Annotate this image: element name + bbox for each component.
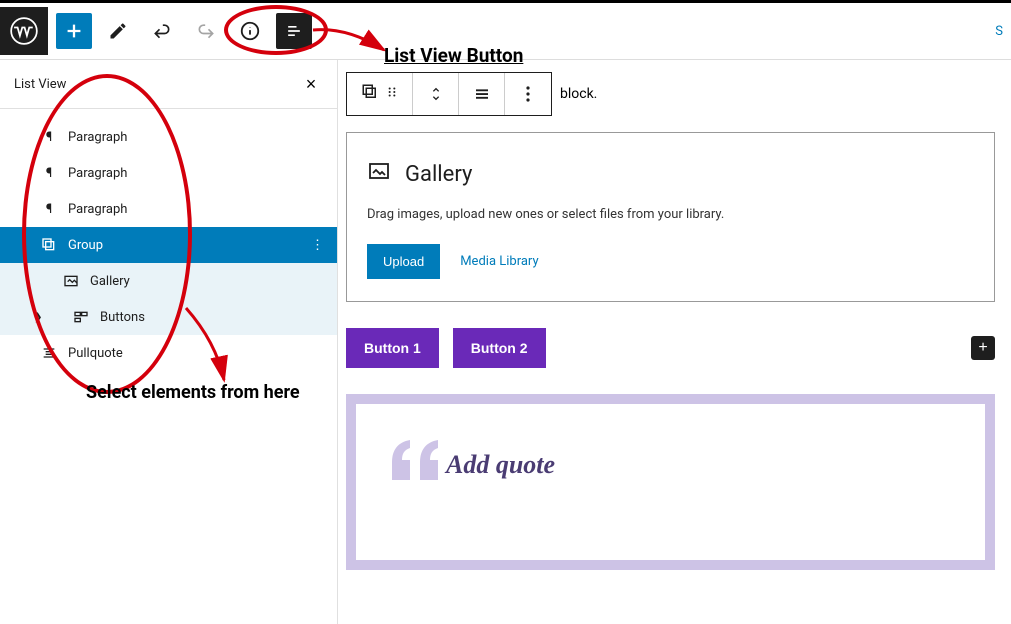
tree-item-paragraph[interactable]: ¶ Paragraph: [0, 155, 337, 191]
paragraph-icon: ¶: [40, 130, 58, 145]
gallery-description: Drag images, upload new ones or select f…: [367, 207, 974, 222]
close-panel-button[interactable]: ×: [299, 72, 323, 96]
gallery-icon: [62, 273, 80, 289]
undo-button[interactable]: [144, 13, 180, 49]
list-view-button[interactable]: [276, 13, 312, 49]
tree-item-group[interactable]: Group ⋮: [0, 227, 337, 263]
tree-item-buttons[interactable]: ❯ Buttons: [0, 299, 337, 335]
tree-item-pullquote[interactable]: Pullquote: [0, 335, 337, 371]
paragraph-icon: ¶: [40, 202, 58, 217]
quote-mark-icon: [392, 440, 442, 484]
tree-item-label: Buttons: [100, 310, 145, 325]
tree-item-paragraph[interactable]: ¶ Paragraph: [0, 191, 337, 227]
media-library-link[interactable]: Media Library: [460, 254, 538, 269]
button-2[interactable]: Button 2: [453, 328, 546, 368]
info-button[interactable]: [232, 13, 268, 49]
tree-item-label: Paragraph: [68, 202, 127, 217]
add-button-inline[interactable]: +: [971, 336, 995, 360]
toolbar-right-text: S: [995, 24, 1003, 39]
tree-item-paragraph[interactable]: ¶ Paragraph: [0, 119, 337, 155]
button-1[interactable]: Button 1: [346, 328, 439, 368]
tree-item-label: Paragraph: [68, 166, 127, 181]
drag-handle-icon[interactable]: [385, 85, 399, 103]
redo-button[interactable]: [188, 13, 224, 49]
group-icon[interactable]: [361, 83, 379, 105]
trailing-text: block.: [560, 86, 597, 102]
tree-item-label: Paragraph: [68, 130, 127, 145]
upload-button[interactable]: Upload: [367, 244, 440, 279]
tree-item-gallery[interactable]: Gallery: [0, 263, 337, 299]
tree-item-label: Pullquote: [68, 346, 123, 361]
list-view-panel: List View × ¶ Paragraph ¶ Paragraph ¶ Parag…: [0, 60, 338, 624]
more-options-button[interactable]: [505, 73, 551, 115]
tree-item-label: Group: [68, 238, 103, 253]
paragraph-icon: ¶: [40, 166, 58, 181]
move-up-down[interactable]: [413, 73, 459, 115]
align-button[interactable]: [459, 73, 505, 115]
add-block-button[interactable]: [56, 13, 92, 49]
gallery-block[interactable]: Gallery Drag images, upload new ones or …: [346, 132, 995, 302]
buttons-block[interactable]: Button 1 Button 2 +: [346, 328, 995, 368]
tree-item-options[interactable]: ⋮: [311, 238, 325, 253]
gallery-icon: [367, 159, 391, 189]
pullquote-icon: [40, 345, 58, 361]
buttons-icon: [72, 309, 90, 325]
pullquote-placeholder[interactable]: Add quote: [446, 450, 949, 480]
chevron-right-icon: ❯: [34, 312, 48, 323]
pullquote-block[interactable]: Add quote: [346, 394, 995, 570]
wordpress-logo[interactable]: [0, 7, 48, 55]
tree-item-label: Gallery: [90, 274, 130, 289]
block-tree: ¶Paragraph ¶Paragraph ¶Paragraph Group⋮ …: [0, 109, 337, 381]
editor-top-toolbar: S: [0, 0, 1011, 60]
gallery-title-text: Gallery: [405, 162, 472, 187]
editor-canvas: block. Gallery Drag images, upload new o…: [338, 60, 1011, 624]
block-toolbar: [346, 72, 552, 116]
edit-mode-button[interactable]: [100, 13, 136, 49]
panel-title: List View: [14, 77, 66, 92]
group-icon: [40, 237, 58, 253]
